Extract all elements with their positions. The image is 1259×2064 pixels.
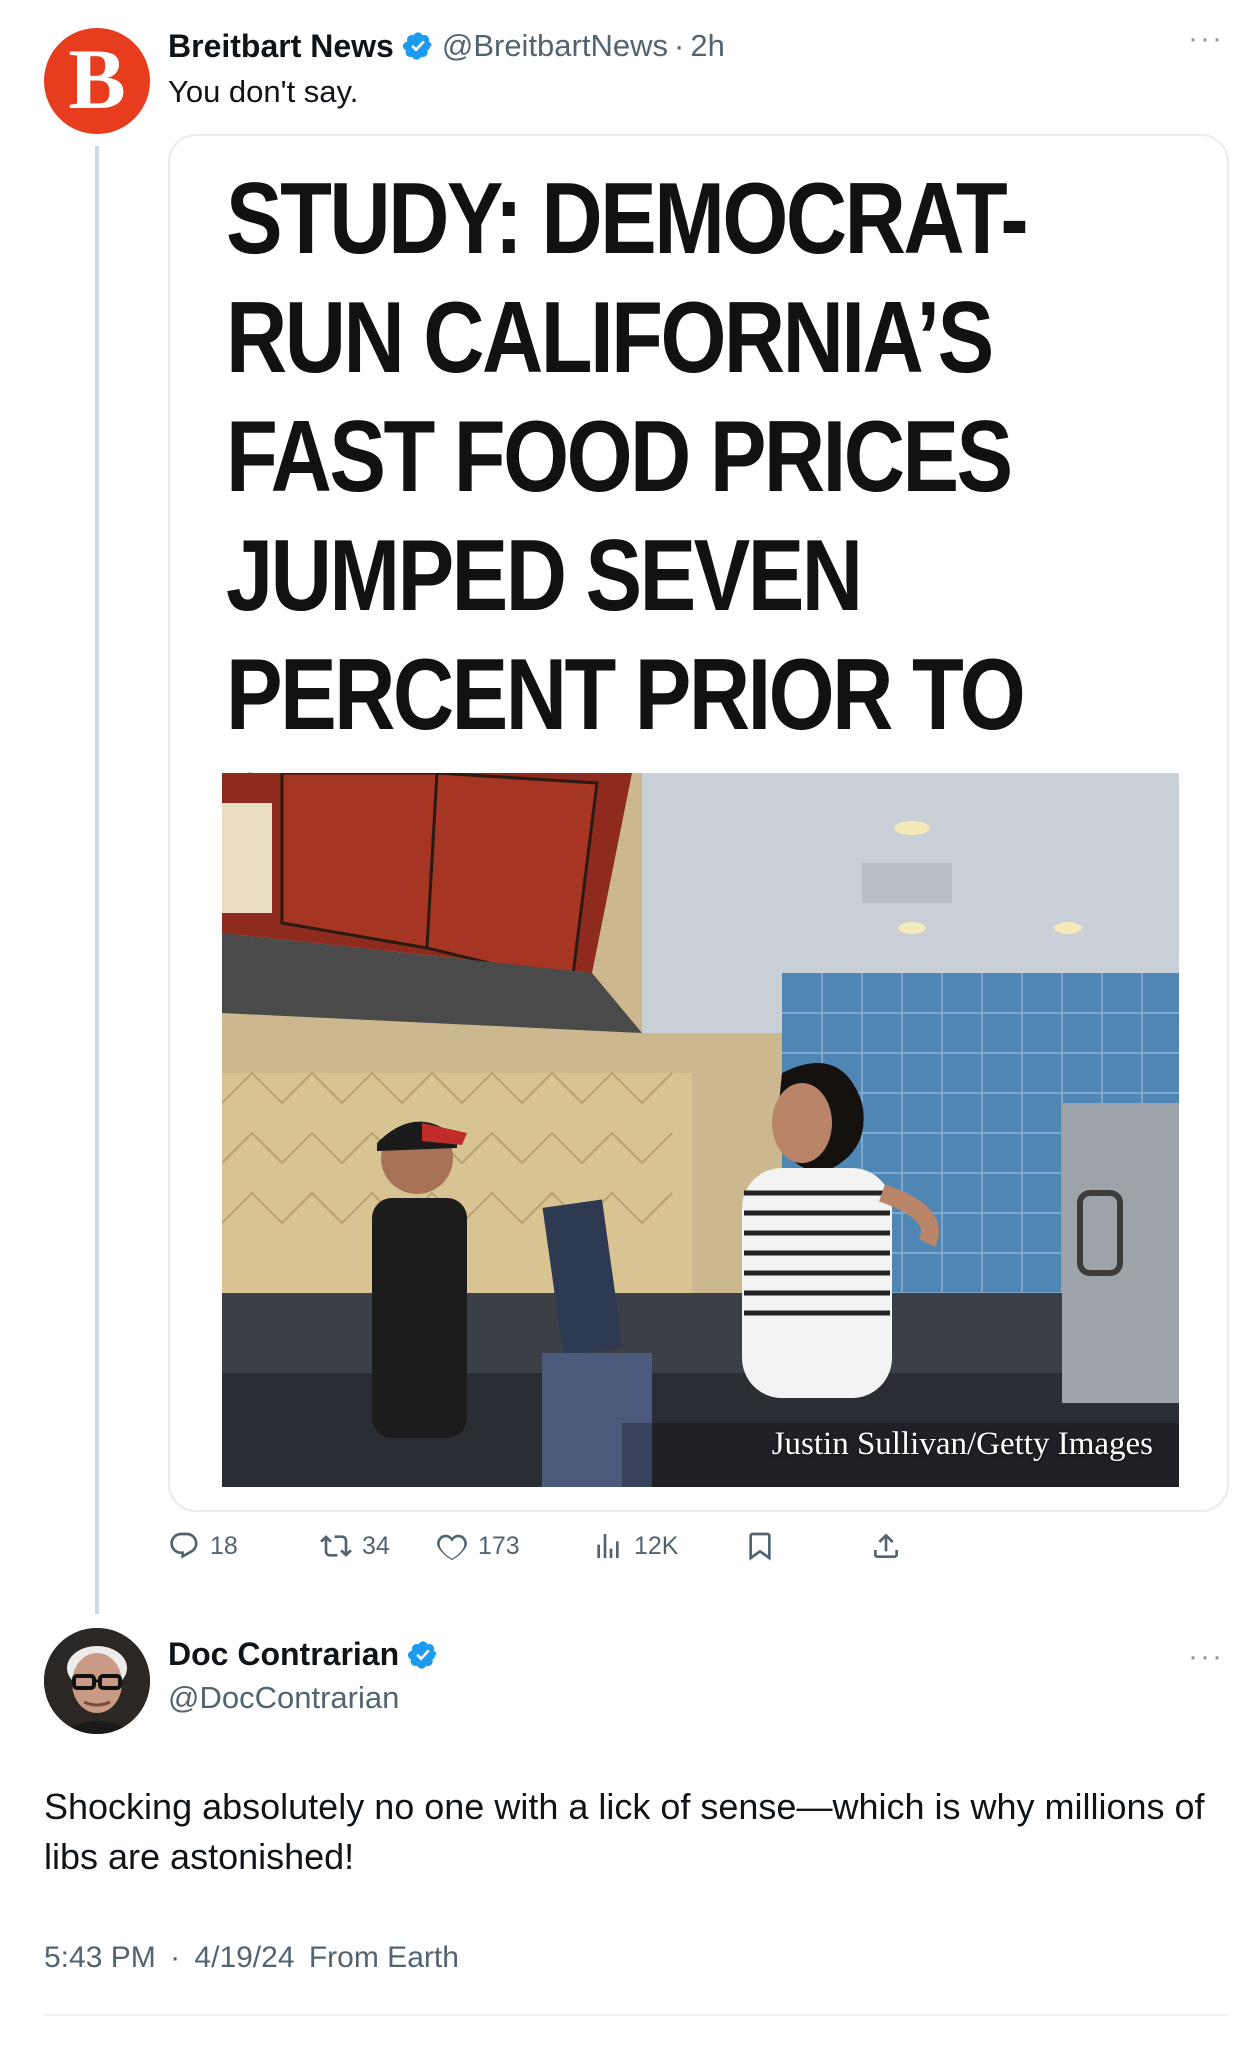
separator-dot: · bbox=[674, 28, 685, 63]
article-photo: Justin Sullivan/Getty Images bbox=[222, 773, 1179, 1487]
thread-connector-line bbox=[95, 146, 99, 1614]
reply-count: 18 bbox=[210, 1531, 238, 1560]
like-button[interactable]: 173 bbox=[436, 1530, 520, 1562]
tweet2-name-row: Doc Contrarian bbox=[168, 1636, 447, 1673]
verified-badge-icon bbox=[408, 1640, 437, 1669]
author-handle[interactable]: @BreitbartNews bbox=[442, 28, 668, 64]
tweet-header: Breitbart News @BreitbartNews · 2h bbox=[168, 26, 725, 66]
tweet-time[interactable]: 5:43 PM bbox=[44, 1941, 156, 1974]
share-button[interactable] bbox=[870, 1530, 912, 1562]
breitbart-avatar[interactable]: B bbox=[44, 28, 150, 134]
portrait-illustration bbox=[44, 1628, 150, 1734]
reply-icon bbox=[170, 1532, 198, 1559]
view-count: 12K bbox=[634, 1531, 679, 1560]
article-headline: STUDY: DEMOCRAT-RUN CALIFORNIA’S FAST FO… bbox=[226, 163, 1029, 870]
tweet-actions: 18 34 173 12K bbox=[168, 1530, 1229, 1574]
avatar-logo-letter: B bbox=[68, 31, 126, 127]
photo-credit: Justin Sullivan/Getty Images bbox=[771, 1426, 1153, 1462]
like-count: 173 bbox=[478, 1531, 520, 1560]
tweet-source: From Earth bbox=[308, 1941, 459, 1974]
tweet-timestamp[interactable]: 2h bbox=[690, 28, 724, 64]
author-name[interactable]: Doc Contrarian bbox=[168, 1636, 399, 1673]
tweet-text: You don't say. bbox=[168, 74, 359, 109]
more-options-icon[interactable]: ··· bbox=[1188, 22, 1224, 56]
retweet-button[interactable]: 34 bbox=[320, 1530, 390, 1562]
retweet-count: 34 bbox=[362, 1531, 390, 1560]
tweet-text: Shocking absolutely no one with a lick o… bbox=[44, 1786, 1205, 1877]
reply-button[interactable]: 18 bbox=[168, 1530, 238, 1562]
tweet-metadata: 5:43 PM · 4/19/24 From Earth bbox=[44, 1941, 459, 1975]
bookmark-button[interactable] bbox=[744, 1530, 786, 1562]
views-button[interactable]: 12K bbox=[592, 1530, 678, 1562]
media-card[interactable]: STUDY: DEMOCRAT-RUN CALIFORNIA’S FAST FO… bbox=[168, 134, 1229, 1512]
more-options-icon[interactable]: ··· bbox=[1188, 1640, 1224, 1674]
author-handle[interactable]: @DocContrarian bbox=[168, 1680, 399, 1716]
verified-badge-icon bbox=[402, 32, 432, 60]
doc-contrarian-avatar[interactable] bbox=[44, 1628, 150, 1734]
retweet-icon bbox=[320, 1535, 352, 1557]
tweet-date[interactable]: 4/19/24 bbox=[194, 1941, 294, 1974]
divider bbox=[44, 2014, 1229, 2016]
analytics-bar-icon bbox=[597, 1534, 619, 1558]
separator-dot: · bbox=[170, 1941, 181, 1974]
share-icon bbox=[874, 1533, 898, 1558]
heart-icon bbox=[437, 1534, 467, 1561]
fast-food-counter-illustration bbox=[222, 773, 1179, 1487]
bookmark-icon bbox=[749, 1532, 771, 1561]
author-name[interactable]: Breitbart News bbox=[168, 28, 394, 65]
